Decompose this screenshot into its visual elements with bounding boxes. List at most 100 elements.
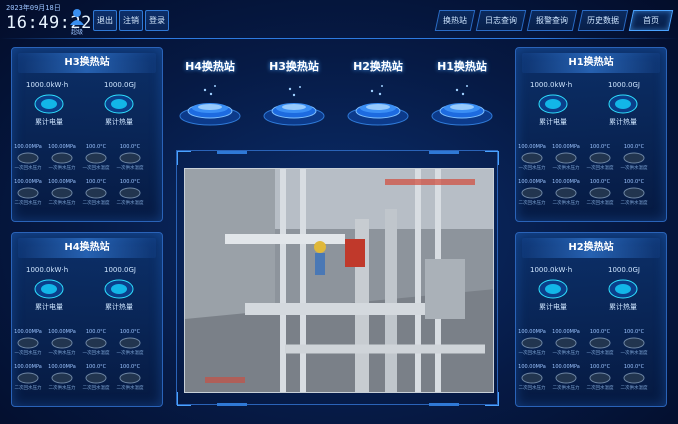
gauge-label: 二次供水温度: [620, 201, 648, 206]
gauge-value: 100.0°C: [119, 364, 141, 370]
panel-h3: H3换热站 1000.0kW·h 1000.0GJ 累计电量 累计热量 100.…: [11, 47, 163, 222]
gauge-icon: [589, 372, 611, 384]
gauge-icon: [555, 152, 577, 164]
power-label: 累计电量: [35, 303, 63, 311]
gauge-icon: [17, 337, 39, 349]
nav-station[interactable]: 换热站: [434, 10, 476, 31]
gauge-icon: [51, 372, 73, 384]
nav-log-query[interactable]: 日志查询: [475, 10, 527, 31]
platform-icon: [179, 85, 241, 126]
power-ring-icon: [34, 279, 64, 299]
total-heat-value: 1000.0GJ: [608, 81, 640, 89]
gauge-icon: [119, 372, 141, 384]
total-power-value: 1000.0kW·h: [530, 266, 573, 274]
power-label: 累计电量: [35, 118, 63, 126]
gauge-value: 100.0°C: [623, 364, 645, 370]
gauge-icon: [119, 187, 141, 199]
power-ring-icon: [538, 279, 568, 299]
gauge-icon: [51, 337, 73, 349]
gauge-value: 100.0°C: [119, 329, 141, 335]
gauge-value: 100.0°C: [119, 144, 141, 150]
gauge-label: 一次供水温度: [116, 351, 144, 356]
user-avatar[interactable]: 超级: [65, 8, 89, 36]
panel-h1: H1换热站 1000.0kW·h 1000.0GJ 累计电量 累计热量 100.…: [515, 47, 667, 222]
heat-ring-icon: [608, 94, 638, 114]
panel-h2: H2换热站 1000.0kW·h 1000.0GJ 累计电量 累计热量 100.…: [515, 232, 667, 407]
gauge-value: 100.0°C: [623, 144, 645, 150]
gauge-icon: [623, 152, 645, 164]
panel-title: H1换热站: [522, 53, 660, 73]
panel-title: H2换热站: [522, 238, 660, 258]
total-heat-value: 1000.0GJ: [104, 266, 136, 274]
power-ring-icon: [538, 94, 568, 114]
gauge-label: 一次供水温度: [620, 351, 648, 356]
gauge-value: 100.0°C: [623, 329, 645, 335]
heat-label: 累计热量: [609, 118, 637, 126]
heat-label: 累计热量: [105, 118, 133, 126]
station-h3[interactable]: H3换热站: [259, 58, 329, 138]
login-button[interactable]: 退出: [93, 10, 117, 31]
power-ring-icon: [34, 94, 64, 114]
gauge-icon: [521, 372, 543, 384]
logout-button[interactable]: 注销: [119, 10, 143, 31]
exit-button[interactable]: 登录: [145, 10, 169, 31]
gauge-icon: [51, 152, 73, 164]
gauge-icon: [521, 187, 543, 199]
total-power-value: 1000.0kW·h: [530, 81, 573, 89]
station-h4[interactable]: H4换热站: [175, 58, 245, 138]
gauge-icon: [17, 152, 39, 164]
station-h1[interactable]: H1换热站: [427, 58, 497, 138]
power-label: 累计电量: [539, 303, 567, 311]
panel-h4: H4换热站 1000.0kW·h 1000.0GJ 累计电量 累计热量 100.…: [11, 232, 163, 407]
gauge-icon: [85, 187, 107, 199]
gauge-icon: [589, 337, 611, 349]
gauge-icon: [589, 152, 611, 164]
station-name: H3换热站: [269, 60, 319, 73]
gauge-icon: [85, 152, 107, 164]
total-power-value: 1000.0kW·h: [26, 81, 69, 89]
station-h2[interactable]: H2换热站: [343, 58, 413, 138]
gauge-label: 一次供水温度: [620, 166, 648, 171]
gauge-icon: [119, 337, 141, 349]
gauge-label: 二次供水温度: [116, 386, 144, 391]
heat-label: 累计热量: [105, 303, 133, 311]
user-icon: [70, 9, 84, 25]
gauge-label: 二次供水温度: [620, 386, 648, 391]
gauge-icon: [623, 187, 645, 199]
gauge-value: 100.0°C: [119, 179, 141, 185]
gauge-icon: [85, 372, 107, 384]
gauge-label: 一次供水温度: [116, 166, 144, 171]
heat-ring-icon: [608, 279, 638, 299]
gauge-icon: [17, 187, 39, 199]
nav-alarm-query[interactable]: 报警查询: [526, 10, 578, 31]
date-display: 2023年09月18日: [6, 4, 61, 12]
heat-ring-icon: [104, 279, 134, 299]
station-name: H4换热站: [185, 60, 235, 73]
power-label: 累计电量: [539, 118, 567, 126]
gauge-label: 二次供水温度: [116, 201, 144, 206]
gauge-icon: [51, 187, 73, 199]
station-name: H1换热站: [437, 60, 487, 73]
pipe-room-image: [185, 169, 493, 392]
total-power-value: 1000.0kW·h: [26, 266, 69, 274]
user-name: 超级: [70, 29, 83, 36]
gauge-value: 100.0°C: [623, 179, 645, 185]
heat-label: 累计热量: [609, 303, 637, 311]
platform-icon: [347, 85, 409, 126]
gauge-icon: [521, 337, 543, 349]
header-divider: [0, 38, 678, 39]
total-heat-value: 1000.0GJ: [104, 81, 136, 89]
gauge-icon: [555, 372, 577, 384]
panel-title: H3换热站: [18, 53, 156, 73]
gauge-icon: [623, 372, 645, 384]
platform-icon: [431, 85, 493, 126]
gauge-icon: [521, 152, 543, 164]
camera-video-feed[interactable]: [184, 168, 494, 393]
nav-history-data[interactable]: 历史数据: [577, 10, 629, 31]
top-bar: 2023年09月18日 16:49:22 超级 退出 注销 登录 换热站 日志查…: [0, 0, 678, 40]
panel-title: H4换热站: [18, 238, 156, 258]
station-name: H2换热站: [353, 60, 403, 73]
gauge-icon: [119, 152, 141, 164]
gauge-icon: [555, 337, 577, 349]
nav-home[interactable]: 首页: [628, 10, 674, 31]
